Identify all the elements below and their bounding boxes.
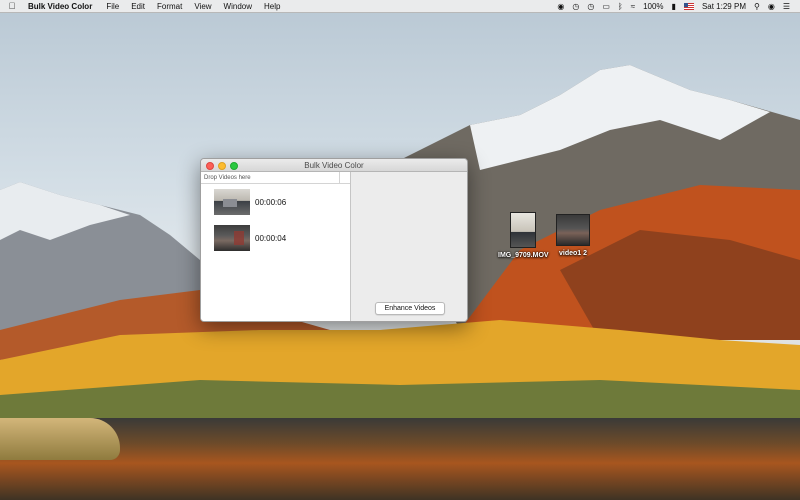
clock-icon[interactable]: ◷ xyxy=(587,2,594,11)
column-divider[interactable] xyxy=(339,172,340,183)
video-thumbnail xyxy=(214,189,250,215)
battery-level[interactable]: 100% xyxy=(643,2,663,11)
window-controls xyxy=(206,162,238,170)
video-thumbnail xyxy=(214,225,250,251)
window-title: Bulk Video Color xyxy=(304,160,364,170)
menu-help[interactable]: Help xyxy=(258,2,286,11)
menu-edit[interactable]: Edit xyxy=(125,2,151,11)
menu-format[interactable]: Format xyxy=(151,2,188,11)
creative-cloud-icon[interactable]: ◉ xyxy=(557,2,564,11)
desktop-file-img-9709[interactable]: IMG_9709.MOV xyxy=(498,212,549,259)
video-row[interactable]: 00:00:04 xyxy=(201,220,350,256)
column-header[interactable]: Drop Videos here xyxy=(201,172,350,184)
desktop-file-label[interactable]: IMG_9709.MOV xyxy=(498,252,549,259)
lake xyxy=(0,418,800,500)
video-list[interactable]: Drop Videos here 00:00:06 00:00:04 xyxy=(201,172,351,321)
us-flag-icon[interactable] xyxy=(683,2,694,10)
menu-icon[interactable]: ☰ xyxy=(783,2,790,11)
menu-window[interactable]: Window xyxy=(218,2,258,11)
video-row[interactable]: 00:00:06 xyxy=(201,184,350,220)
title-bar[interactable]: Bulk Video Color xyxy=(201,159,467,172)
zoom-button[interactable] xyxy=(230,162,238,170)
video-file-icon[interactable] xyxy=(556,214,590,246)
window-content: Drop Videos here 00:00:06 00:00:04 Enhan… xyxy=(201,172,467,321)
status-area: ◉ ◷ ◷ ▭ ᛒ ≈ 100% ▮ Sat 1:29 PM ⚲ ◉ ☰ xyxy=(557,2,800,11)
video-duration: 00:00:06 xyxy=(255,197,287,207)
desktop-file-label[interactable]: video1 2 xyxy=(559,250,587,257)
enhance-videos-button[interactable]: Enhance Videos xyxy=(375,302,445,315)
lake-shore xyxy=(0,418,120,460)
video-file-icon[interactable] xyxy=(510,212,537,248)
detail-pane: Enhance Videos xyxy=(351,172,467,321)
timer-icon[interactable]: ◷ xyxy=(572,2,579,11)
search-icon[interactable]: ⚲ xyxy=(754,2,760,11)
airplay-icon[interactable]: ▭ xyxy=(602,2,610,11)
menu-file[interactable]: File xyxy=(100,2,125,11)
bluetooth-icon[interactable]: ᛒ xyxy=(618,2,623,11)
desktop-file-video1-2[interactable]: video1 2 xyxy=(556,214,590,257)
apple-icon[interactable]:  xyxy=(0,1,24,11)
battery-icon[interactable]: ▮ xyxy=(672,2,676,11)
menu-app-name[interactable]: Bulk Video Color xyxy=(24,2,100,11)
video-duration: 00:00:04 xyxy=(255,233,287,243)
siri-icon[interactable]: ◉ xyxy=(768,2,775,11)
app-window: Bulk Video Color Drop Videos here 00:00:… xyxy=(200,158,468,322)
wifi-icon[interactable]: ≈ xyxy=(631,2,635,11)
minimize-button[interactable] xyxy=(218,162,226,170)
menu-view[interactable]: View xyxy=(188,2,217,11)
menu-bar:  Bulk Video Color File Edit Format View… xyxy=(0,0,800,13)
column-header-label: Drop Videos here xyxy=(204,174,251,181)
close-button[interactable] xyxy=(206,162,214,170)
menu-clock[interactable]: Sat 1:29 PM xyxy=(702,2,746,11)
